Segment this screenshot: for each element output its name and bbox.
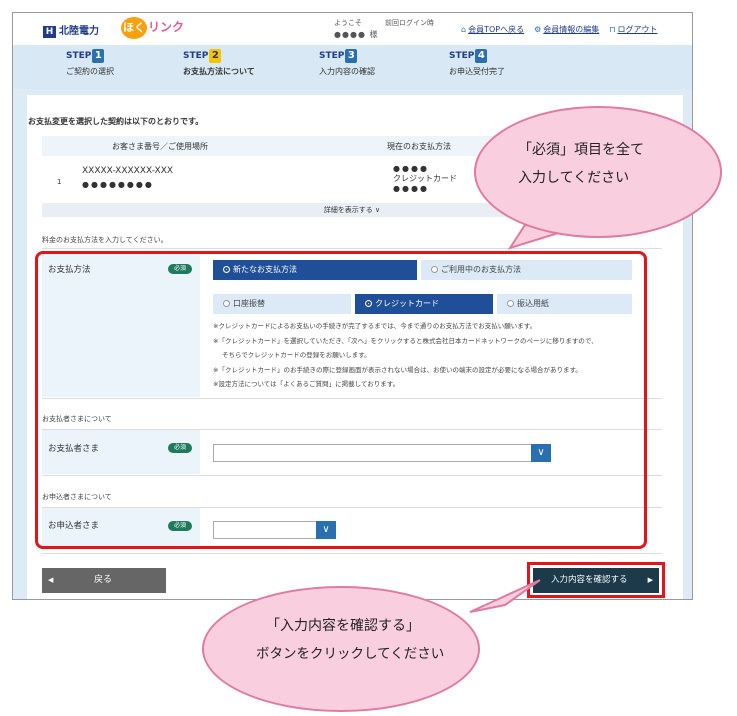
bottom-callout-line2: ボタンをクリックしてください	[256, 646, 445, 662]
bottom-callout-line1: 「入力内容を確認する」	[266, 618, 420, 634]
top-callout-line1: 「必須」項目を全て	[518, 142, 644, 158]
top-callout-line2: 入力してください	[518, 170, 630, 186]
bottom-callout-text: 「入力内容を確認する」ボタンをクリックしてください	[256, 612, 444, 668]
top-callout-text: 「必須」項目を全て 入力してください	[518, 136, 644, 192]
bottom-callout-tail	[469, 579, 541, 613]
